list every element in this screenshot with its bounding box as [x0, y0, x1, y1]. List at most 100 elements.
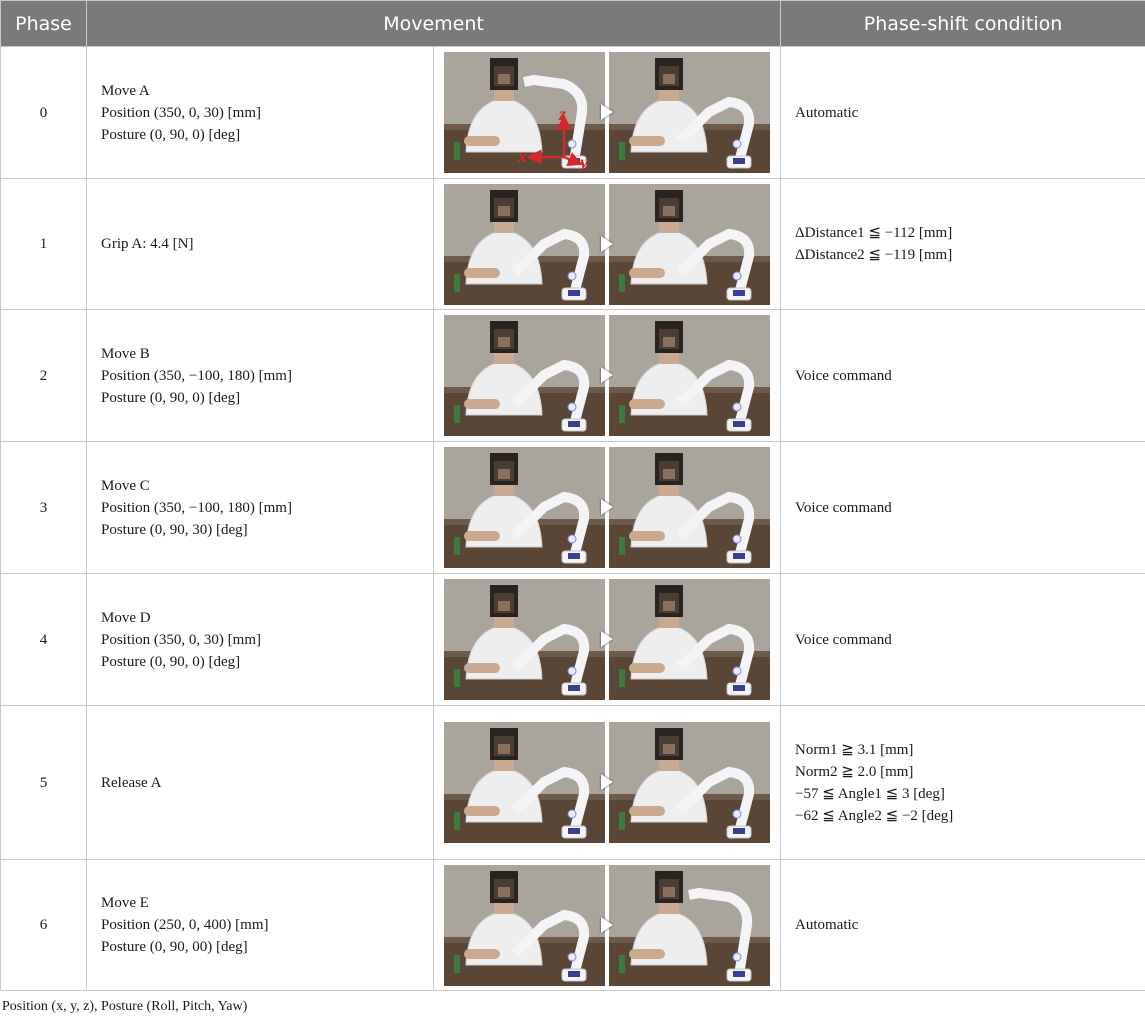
- movement-line: Position (350, 0, 30) [mm]: [101, 104, 261, 121]
- condition-line: −57 ≦ Angle1 ≦ 3 [deg]: [795, 785, 945, 802]
- phase-cell: 6: [0, 859, 87, 991]
- photo-svg: [444, 447, 605, 568]
- footnote: Position (x, y, z), Posture (Roll, Pitch…: [2, 999, 248, 1014]
- photo-before: [444, 722, 605, 843]
- table-row: 4 Move D Position (350, 0, 30) [mm] Posture…: [0, 573, 1145, 706]
- photo-pair: [444, 722, 770, 843]
- header-movement: Movement: [85, 0, 782, 47]
- movement-line: Position (350, −100, 180) [mm]: [101, 367, 292, 384]
- movement-cell: Move A Position (350, 0, 30) [mm] Posture …: [86, 46, 434, 179]
- photo-pair: z x y: [444, 52, 770, 173]
- condition-line: Norm1 ≧ 3.1 [mm]: [795, 741, 914, 758]
- phase-cell: 1: [0, 178, 87, 310]
- phase-cell: 2: [0, 309, 87, 442]
- photo-svg: [444, 315, 605, 436]
- table-row: 3 Move C Position (350, −100, 180) [mm] Pos…: [0, 441, 1145, 574]
- transition-arrow-icon: [601, 367, 613, 383]
- transition-arrow-icon: [601, 916, 613, 933]
- transition-arrow-icon: [601, 631, 613, 647]
- photo-before: [444, 864, 605, 986]
- movement-line: Position (350, −100, 180) [mm]: [101, 499, 292, 516]
- phase-cell: 0: [0, 46, 87, 179]
- transition-arrow-icon: [601, 499, 613, 515]
- photo-svg: [609, 447, 770, 568]
- movement-photos-cell: [432, 441, 782, 574]
- movement-photos-cell: [432, 309, 782, 442]
- condition-line: ΔDistance2 ≦ −119 [mm]: [795, 247, 953, 263]
- header-phase: Phase: [0, 0, 87, 47]
- condition-line: Norm2 ≧ 2.0 [mm]: [795, 763, 914, 780]
- movement-cell: Move D Position (350, 0, 30) [mm] Posture …: [86, 573, 434, 706]
- phase-table: Phase Movement Phase-shift condition 0 Mo…: [0, 0, 1145, 991]
- photo-before: [444, 579, 605, 700]
- movement-line: Posture (0, 90, 0) [deg]: [101, 126, 241, 143]
- transition-arrow-icon: [601, 774, 613, 790]
- phase-cell: 3: [0, 441, 87, 574]
- movement-line: Move E: [101, 895, 149, 911]
- phase-cell: 4: [0, 573, 87, 706]
- photo-pair: [444, 864, 770, 986]
- table-row: 2 Move B Position (350, −100, 180) [mm] Pos…: [0, 309, 1145, 442]
- movement-photos-cell: [432, 178, 782, 310]
- movement-line: Move D: [101, 609, 151, 626]
- movement-photos-cell: [432, 705, 782, 860]
- movement-line: Posture (0, 90, 0) [deg]: [101, 653, 241, 670]
- photo-svg: [444, 722, 605, 843]
- movement-line: Grip A: 4.4 [N]: [101, 236, 194, 252]
- header-row: Phase Movement Phase-shift condition: [0, 0, 1145, 47]
- photo-after: [609, 183, 770, 305]
- movement-photos-cell: z x y: [432, 46, 782, 179]
- photo-after: [609, 722, 770, 843]
- condition-line: Voice command: [795, 631, 892, 648]
- photo-svg: [609, 722, 770, 843]
- movement-cell: Release A: [86, 705, 434, 860]
- movement-cell: Move C Position (350, −100, 180) [mm] Post…: [86, 441, 434, 574]
- table-row: 5 Release A Norm1 ≧ 3.1 [mm] Norm2 ≧ 2.0…: [0, 705, 1145, 860]
- phase-cell: 5: [0, 705, 87, 860]
- axis-y-label: y: [578, 152, 589, 172]
- condition-line: Voice command: [795, 367, 892, 384]
- photo-svg: [444, 579, 605, 700]
- condition-line: Voice command: [795, 499, 892, 516]
- movement-line: Move C: [101, 477, 150, 494]
- photo-after: [609, 579, 770, 700]
- movement-line: Posture (0, 90, 00) [deg]: [101, 939, 248, 955]
- header-condition: Phase-shift condition: [780, 0, 1145, 47]
- movement-cell: Move E Position (250, 0, 400) [mm] Posture…: [86, 859, 434, 991]
- movement-line: Position (250, 0, 400) [mm]: [101, 917, 269, 933]
- axis-overlay: z x y: [517, 104, 589, 172]
- movement-line: Move A: [101, 82, 150, 99]
- photo-before: [444, 315, 605, 436]
- photo-before: z x y: [444, 52, 605, 173]
- condition-cell: Voice command: [780, 309, 1145, 442]
- movement-line: Release A: [101, 774, 162, 791]
- photo-pair: [444, 579, 770, 700]
- photo-svg: [609, 183, 770, 305]
- movement-photos-cell: [432, 573, 782, 706]
- condition-cell: ΔDistance1 ≦ −112 [mm] ΔDistance2 ≦ −119 …: [780, 178, 1145, 310]
- photo-svg: [609, 864, 770, 986]
- movement-line: Posture (0, 90, 0) [deg]: [101, 389, 241, 406]
- condition-cell: Automatic: [780, 859, 1145, 991]
- photo-after: [609, 447, 770, 568]
- photo-pair: [444, 183, 770, 305]
- photo-svg: [609, 52, 770, 173]
- condition-cell: Norm1 ≧ 3.1 [mm] Norm2 ≧ 2.0 [mm] −57 ≦ An…: [780, 705, 1145, 860]
- photo-svg: [444, 183, 605, 305]
- photo-svg: [609, 579, 770, 700]
- movement-line: Move B: [101, 345, 150, 362]
- photo-after: [609, 864, 770, 986]
- photo-after: [609, 52, 770, 173]
- photo-before: [444, 183, 605, 305]
- transition-arrow-icon: [601, 235, 613, 252]
- movement-line: Posture (0, 90, 30) [deg]: [101, 521, 248, 538]
- axis-x-label: x: [517, 146, 527, 166]
- condition-line: Automatic: [795, 104, 859, 121]
- photo-pair: [444, 315, 770, 436]
- condition-cell: Voice command: [780, 441, 1145, 574]
- movement-photos-cell: [432, 859, 782, 991]
- photo-after: [609, 315, 770, 436]
- condition-line: −62 ≦ Angle2 ≦ −2 [deg]: [795, 807, 954, 824]
- condition-line: ΔDistance1 ≦ −112 [mm]: [795, 225, 953, 241]
- movement-line: Position (350, 0, 30) [mm]: [101, 631, 261, 648]
